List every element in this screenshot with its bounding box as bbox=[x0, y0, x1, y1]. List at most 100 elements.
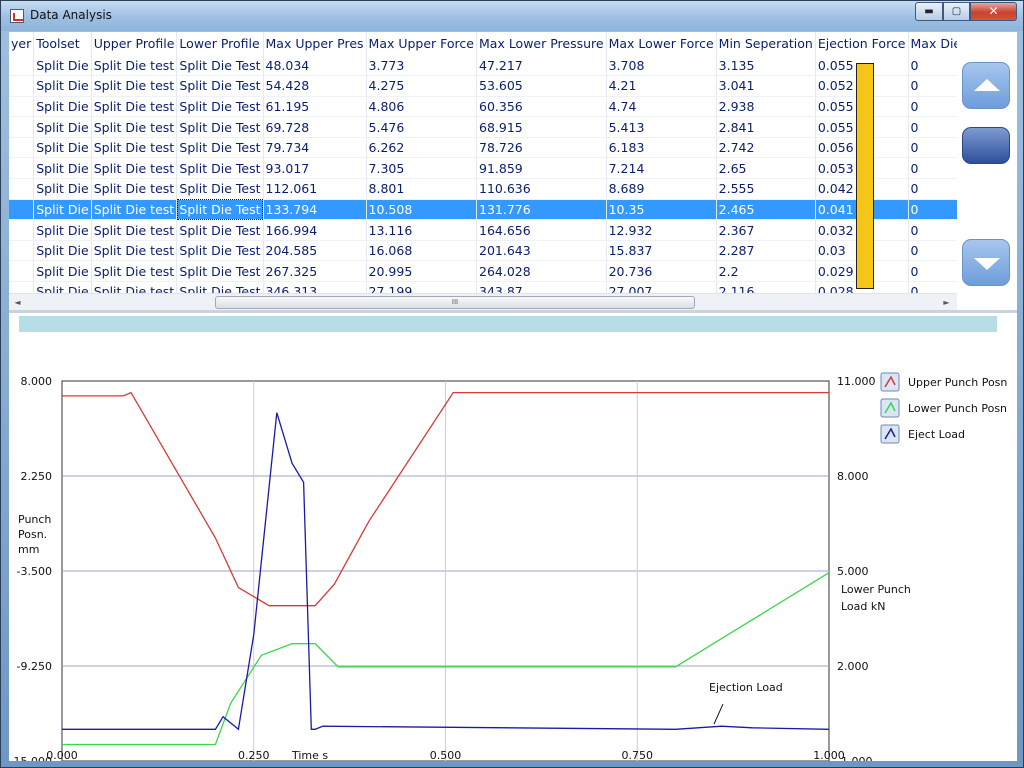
table-cell[interactable]: Split Die Test bbox=[176, 96, 264, 118]
table-cell[interactable]: 0 bbox=[908, 116, 957, 138]
table-row[interactable]: Split Die Split Die test Split Die Test 267… bbox=[9, 260, 957, 283]
table-cell[interactable]: 20.736 bbox=[606, 260, 717, 283]
table-cell[interactable]: Split Die Test bbox=[176, 219, 264, 241]
table-cell[interactable]: 0 bbox=[908, 219, 957, 241]
column-header[interactable]: Toolset bbox=[33, 32, 92, 55]
scroll-up-button[interactable] bbox=[962, 62, 1010, 109]
table-cell[interactable]: 3.041 bbox=[716, 75, 816, 97]
table-cell[interactable]: Split Die bbox=[33, 75, 92, 97]
table-cell[interactable]: 2.841 bbox=[716, 116, 816, 138]
table-cell[interactable]: 0 bbox=[908, 157, 957, 180]
table-cell[interactable]: Split Die bbox=[33, 96, 92, 118]
table-cell[interactable]: 3.773 bbox=[366, 55, 478, 77]
table-row[interactable]: Split Die Split Die test Split Die Test 346… bbox=[9, 281, 957, 293]
table-row[interactable]: Split Die Split Die test Split Die Test 204… bbox=[9, 240, 957, 262]
table-cell[interactable]: Split Die Test bbox=[176, 281, 264, 293]
table-cell[interactable]: 0 bbox=[908, 199, 957, 221]
column-header[interactable]: Max Lower Force bbox=[606, 32, 717, 55]
table-cell[interactable]: Split Die bbox=[33, 178, 92, 200]
table-cell[interactable]: Split Die bbox=[33, 55, 92, 77]
table-cell[interactable]: 4.275 bbox=[366, 75, 478, 97]
table-cell[interactable]: 0 bbox=[908, 240, 957, 262]
table-cell[interactable]: 53.605 bbox=[476, 75, 607, 97]
table-row[interactable]: Split Die Split Die test Split Die Test 48.… bbox=[9, 55, 957, 77]
table-cell[interactable]: 27.007 bbox=[606, 281, 717, 293]
table-cell[interactable]: Split Die test bbox=[91, 96, 178, 118]
table-cell[interactable]: 68.915 bbox=[476, 116, 607, 138]
table-row[interactable]: Split Die Split Die test Split Die Test 61.… bbox=[9, 96, 957, 118]
results-grid[interactable]: yer Toolset Upper Profile Lower Profile Max … bbox=[9, 32, 957, 293]
table-cell[interactable]: 79.734 bbox=[263, 137, 367, 159]
table-cell[interactable]: Split Die test bbox=[91, 75, 178, 97]
table-row[interactable]: Split Die Split Die test Split Die Test 54.… bbox=[9, 75, 957, 97]
table-cell[interactable]: Split Die bbox=[33, 240, 92, 262]
scroll-down-button[interactable] bbox=[962, 239, 1010, 286]
table-cell[interactable]: Split Die Test bbox=[176, 75, 264, 97]
table-cell[interactable] bbox=[9, 219, 35, 241]
table-cell[interactable]: Split Die test bbox=[91, 219, 178, 241]
table-cell[interactable]: Split Die test bbox=[91, 157, 178, 180]
column-header[interactable]: Ejection Force bbox=[815, 32, 909, 55]
table-cell[interactable]: 10.35 bbox=[606, 199, 717, 221]
table-cell[interactable]: Split Die Test bbox=[176, 55, 264, 77]
table-cell[interactable]: 54.428 bbox=[263, 75, 367, 97]
table-cell[interactable]: 0 bbox=[908, 96, 957, 118]
column-header[interactable]: Max Upper Force bbox=[366, 32, 478, 55]
table-cell[interactable]: 27.199 bbox=[366, 281, 478, 293]
table-cell[interactable]: 16.068 bbox=[366, 240, 478, 262]
table-row[interactable]: Split Die Split Die test Split Die Test 133… bbox=[9, 199, 957, 221]
scroll-left-arrow-icon[interactable]: ◄ bbox=[9, 294, 26, 311]
table-cell[interactable]: 5.413 bbox=[606, 116, 717, 138]
table-cell[interactable]: Split Die Test bbox=[176, 157, 264, 180]
table-cell[interactable]: 112.061 bbox=[263, 178, 367, 200]
table-cell[interactable]: 3.708 bbox=[606, 55, 717, 77]
table-cell[interactable]: Split Die Test bbox=[176, 137, 264, 159]
table-cell[interactable]: 267.325 bbox=[263, 260, 367, 283]
table-cell[interactable]: Split Die test bbox=[91, 260, 178, 283]
table-cell[interactable]: Split Die bbox=[33, 199, 92, 221]
table-cell[interactable]: 93.017 bbox=[263, 157, 367, 180]
close-button[interactable]: ✕ bbox=[970, 2, 1017, 21]
table-cell[interactable]: 343.87 bbox=[476, 281, 607, 293]
table-cell[interactable] bbox=[9, 96, 35, 118]
table-cell[interactable]: 5.476 bbox=[366, 116, 478, 138]
table-cell[interactable]: 164.656 bbox=[476, 219, 607, 241]
table-cell[interactable]: 264.028 bbox=[476, 260, 607, 283]
table-cell[interactable]: 10.508 bbox=[366, 199, 478, 221]
table-cell[interactable] bbox=[9, 260, 35, 283]
table-cell[interactable]: Split Die test bbox=[91, 55, 178, 77]
table-cell[interactable]: 8.689 bbox=[606, 178, 717, 200]
table-cell[interactable]: 0 bbox=[908, 178, 957, 200]
table-cell[interactable]: 8.801 bbox=[366, 178, 478, 200]
column-header[interactable]: Upper Profile bbox=[91, 32, 178, 55]
table-cell[interactable]: Split Die Test bbox=[176, 116, 264, 138]
table-cell[interactable]: 2.65 bbox=[716, 157, 816, 180]
table-cell[interactable]: 20.995 bbox=[366, 260, 478, 283]
table-cell[interactable]: 110.636 bbox=[476, 178, 607, 200]
table-cell[interactable] bbox=[9, 281, 35, 293]
table-cell[interactable] bbox=[9, 240, 35, 262]
table-cell[interactable]: 2.465 bbox=[716, 199, 816, 221]
table-cell[interactable]: 4.21 bbox=[606, 75, 717, 97]
table-cell[interactable]: 3.135 bbox=[716, 55, 816, 77]
table-cell[interactable]: 133.794 bbox=[263, 199, 367, 221]
table-cell[interactable] bbox=[9, 116, 35, 138]
table-cell[interactable]: 2.555 bbox=[716, 178, 816, 200]
table-cell[interactable]: 0 bbox=[908, 55, 957, 77]
table-cell[interactable] bbox=[9, 75, 35, 97]
table-cell[interactable]: 6.183 bbox=[606, 137, 717, 159]
table-cell[interactable]: Split Die test bbox=[91, 281, 178, 293]
panel-splitter[interactable] bbox=[9, 310, 1017, 313]
table-cell[interactable]: Split Die bbox=[33, 157, 92, 180]
table-cell[interactable]: 78.726 bbox=[476, 137, 607, 159]
column-header[interactable]: Max Upper Pres bbox=[263, 32, 367, 55]
column-header[interactable]: Max Lower Pressure bbox=[476, 32, 607, 55]
table-cell[interactable]: Split Die Test bbox=[176, 178, 264, 200]
table-row[interactable]: Split Die Split Die test Split Die Test 93.… bbox=[9, 157, 957, 180]
table-cell[interactable]: 15.837 bbox=[606, 240, 717, 262]
table-cell[interactable]: Split Die bbox=[33, 260, 92, 283]
table-cell[interactable]: 131.776 bbox=[476, 199, 607, 221]
table-cell[interactable]: Split Die test bbox=[91, 240, 178, 262]
table-cell[interactable]: 48.034 bbox=[263, 55, 367, 77]
table-cell[interactable]: 4.74 bbox=[606, 96, 717, 118]
